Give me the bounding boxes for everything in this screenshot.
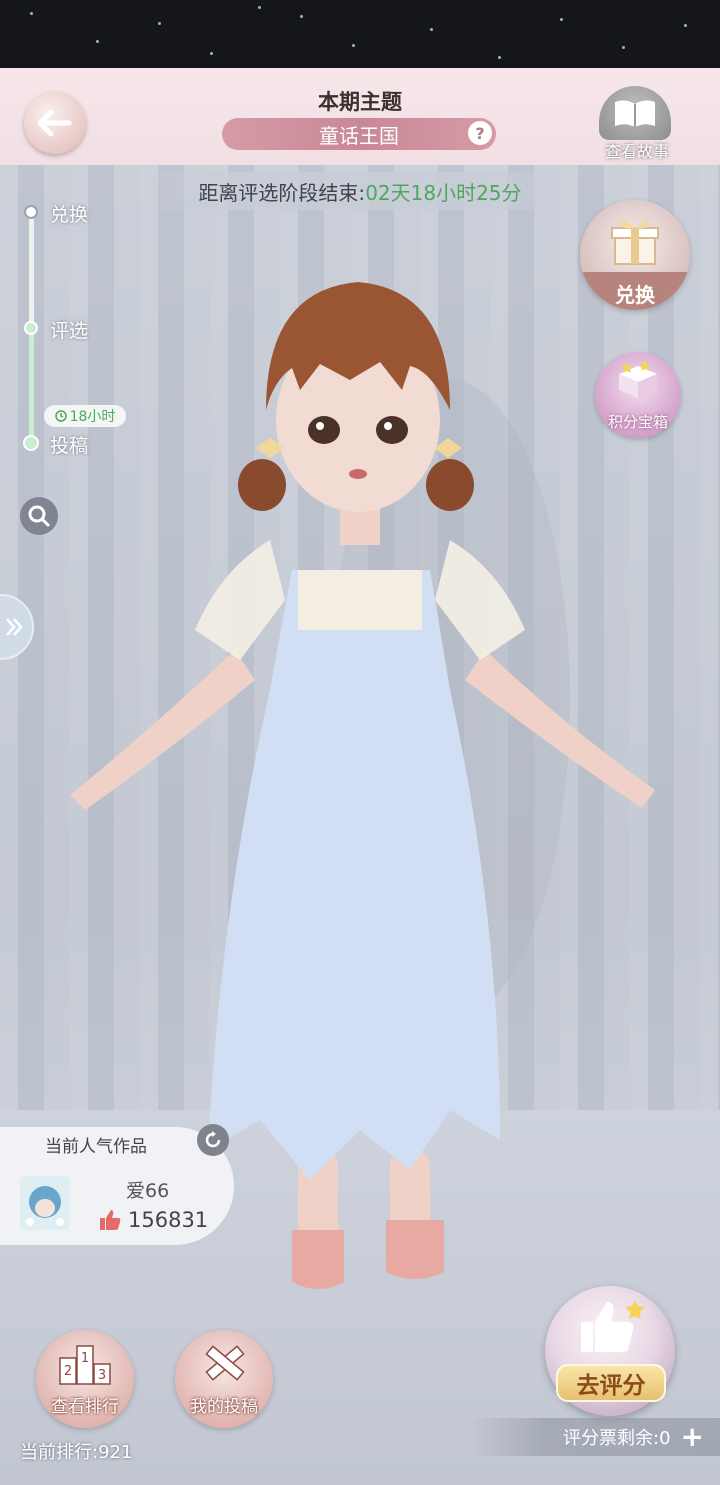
theme-name-pill[interactable]: 童话王国 bbox=[222, 118, 496, 150]
my-submission-label: 我的投稿 bbox=[190, 1397, 258, 1417]
popular-work-likes: 156831 bbox=[98, 1208, 208, 1232]
go-rate-label: 去评分 bbox=[556, 1364, 666, 1402]
thumbs-up-star-icon bbox=[581, 1300, 645, 1352]
popular-work-author: 爱66 bbox=[126, 1180, 170, 1202]
podium-icon: 2 1 3 bbox=[59, 1345, 111, 1385]
theme-name: 童话王国 bbox=[319, 123, 399, 148]
refresh-icon bbox=[205, 1131, 221, 1148]
stage-node-submit bbox=[23, 435, 39, 451]
view-story-label: 查看故事 bbox=[604, 142, 669, 161]
treasure-chest-icon bbox=[619, 360, 657, 398]
countdown-time: 02天18小时25分 bbox=[365, 180, 522, 205]
points-chest-label: 积分宝箱 bbox=[607, 413, 668, 431]
svg-text:3: 3 bbox=[98, 1368, 106, 1383]
clock-icon bbox=[54, 410, 67, 422]
double-chevron-right-icon bbox=[6, 618, 23, 636]
view-ranking-label: 查看排行 bbox=[51, 1397, 119, 1417]
refresh-button[interactable] bbox=[197, 1124, 229, 1156]
thumbs-up-icon bbox=[100, 1210, 121, 1230]
current-rank: 当前排行:921 bbox=[20, 1442, 133, 1463]
magnifier-icon bbox=[28, 505, 50, 527]
stage-track-fill bbox=[29, 328, 34, 444]
stage-timer-badge: 18小时 bbox=[44, 405, 126, 427]
countdown-label: 距离评选阶段结束: bbox=[198, 180, 366, 205]
add-tickets-icon[interactable]: + bbox=[681, 1423, 704, 1451]
stage-label-exchange: 兑换 bbox=[50, 204, 89, 226]
exchange-button-label: 兑换 bbox=[615, 283, 655, 307]
stage-label-voting: 评选 bbox=[50, 320, 89, 342]
stage-label-submit: 投稿 bbox=[50, 435, 89, 457]
rating-tickets-bar: 评分票剩余:0 + bbox=[470, 1418, 720, 1456]
starry-sky-banner bbox=[0, 0, 720, 68]
my-submission-button[interactable]: 我的投稿 bbox=[175, 1330, 273, 1428]
popular-work-title: 当前人气作品 bbox=[45, 1137, 147, 1157]
rating-tickets-remaining: 评分票剩余:0 bbox=[563, 1428, 671, 1449]
avatar-image bbox=[20, 1176, 70, 1230]
back-button[interactable] bbox=[24, 92, 86, 154]
view-ranking-button[interactable]: 2 1 3 查看排行 bbox=[36, 1330, 134, 1428]
help-icon[interactable]: ? bbox=[468, 121, 492, 145]
pencil-ruler-icon bbox=[205, 1345, 245, 1381]
stage-timer: 18小时 bbox=[69, 409, 116, 425]
back-arrow-icon bbox=[37, 109, 72, 137]
likes-count: 156831 bbox=[128, 1208, 209, 1232]
open-book-icon bbox=[615, 100, 655, 127]
stage-node-voting bbox=[24, 321, 38, 335]
zoom-button[interactable] bbox=[20, 497, 58, 535]
avatar[interactable] bbox=[20, 1176, 70, 1230]
stage-node-exchange bbox=[24, 205, 38, 219]
svg-text:1: 1 bbox=[81, 1351, 89, 1366]
countdown-banner: 距离评选阶段结束: 02天18小时25分 bbox=[140, 172, 580, 210]
theme-heading: 本期主题 bbox=[318, 90, 402, 114]
gift-box-icon bbox=[611, 220, 659, 265]
svg-text:2: 2 bbox=[64, 1364, 72, 1379]
